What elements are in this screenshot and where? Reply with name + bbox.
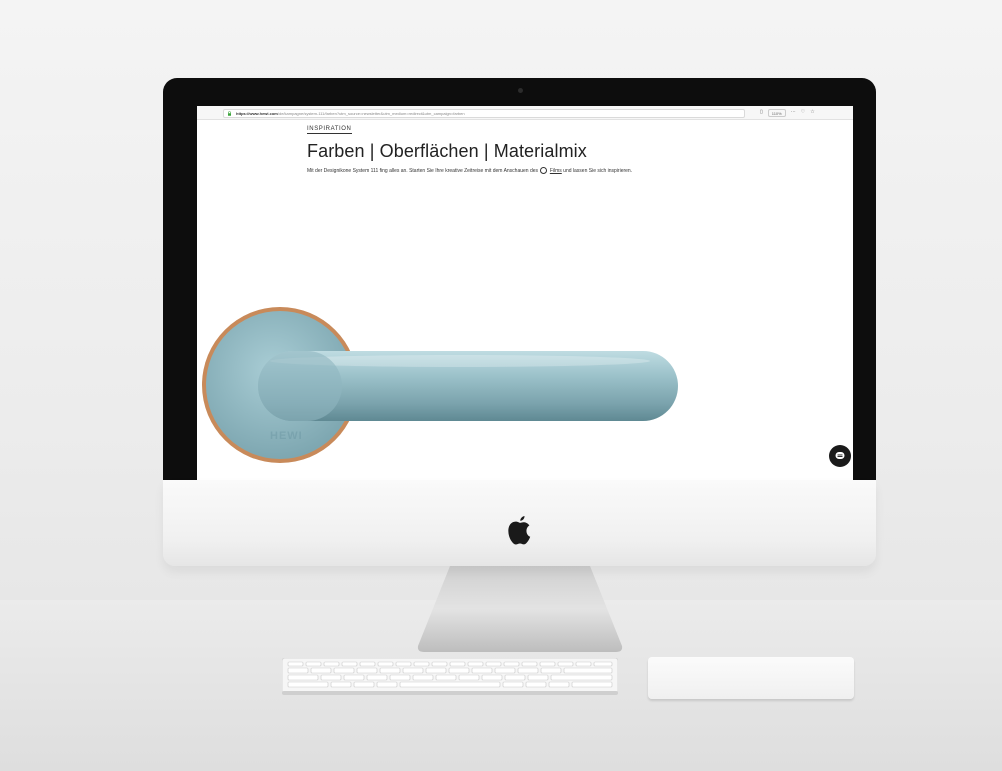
url-path: /de/kampagne/system-111/farben?utm_sourc…	[277, 111, 465, 116]
apple-logo-icon	[508, 516, 531, 545]
bookmark-star-icon[interactable]: ☆	[810, 108, 814, 117]
pocket-icon[interactable]: ♡	[801, 108, 805, 117]
address-field[interactable]: https://www.hewi.com/de/kampagne/system-…	[223, 109, 745, 118]
trackpad	[648, 657, 854, 699]
page-title: Farben | Oberflächen | Materialmix	[307, 141, 587, 161]
url-text: https://www.hewi.com/de/kampagne/system-…	[236, 110, 465, 117]
keyboard	[282, 658, 618, 695]
reader-icon[interactable]: ▯	[760, 108, 763, 117]
intro-text: Mit der Designikone System 111 fing alle…	[307, 167, 657, 175]
chat-button[interactable]	[829, 445, 851, 467]
play-circle-icon[interactable]	[540, 167, 548, 174]
chat-bubble-icon	[835, 452, 845, 459]
imac-stand	[417, 566, 623, 652]
browser-url-bar[interactable]: https://www.hewi.com/de/kampagne/system-…	[197, 106, 853, 120]
film-link[interactable]: Films	[550, 168, 562, 174]
brand-mark: HEWI	[270, 430, 303, 442]
camera-icon	[518, 88, 523, 93]
more-icon[interactable]: ···	[791, 108, 796, 117]
url-host: https://www.hewi.com	[236, 111, 278, 116]
eyebrow-label: INSPIRATION	[307, 126, 352, 134]
lock-icon	[228, 111, 231, 116]
browser-toolbar: ▯ 110% ··· ♡ ☆	[760, 108, 815, 117]
intro-before: Mit der Designikone System 111 fing alle…	[307, 167, 539, 174]
zoom-level[interactable]: 110%	[767, 109, 786, 117]
intro-after: und lassen Sie sich inspirieren.	[563, 167, 633, 174]
